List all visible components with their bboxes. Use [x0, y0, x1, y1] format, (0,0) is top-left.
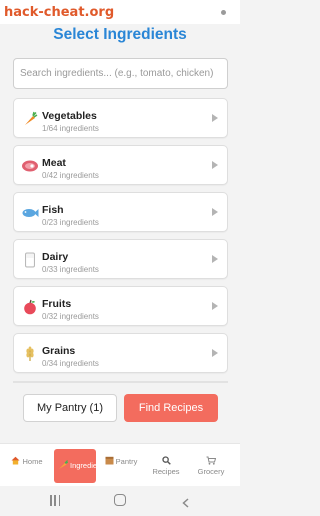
- category-count: 0/42 ingredients: [42, 171, 99, 180]
- category-name: Fish: [42, 204, 64, 216]
- recents-icon[interactable]: [50, 495, 60, 506]
- expand-arrow-icon: [212, 349, 218, 357]
- category-card-vegetables[interactable]: Vegetables 1/64 ingredients: [13, 98, 228, 138]
- back-icon[interactable]: [181, 495, 191, 508]
- category-card-meat[interactable]: Meat 0/42 ingredients: [13, 145, 228, 185]
- box-icon: [105, 456, 114, 467]
- watermark-text: hack-cheat.org: [4, 5, 115, 20]
- category-name: Vegetables: [42, 110, 97, 122]
- tab-pantry[interactable]: Pantry: [100, 453, 142, 469]
- milk-icon: [21, 251, 39, 269]
- category-card-fruits[interactable]: Fruits 0/32 ingredients: [13, 286, 228, 326]
- tab-label: Recipes: [152, 467, 180, 476]
- category-count: 0/23 ingredients: [42, 218, 99, 227]
- carrot-icon: [58, 460, 69, 472]
- category-count: 0/34 ingredients: [42, 359, 99, 368]
- expand-arrow-icon: [212, 161, 218, 169]
- tab-ingredients[interactable]: Ingredients: [54, 449, 108, 483]
- expand-arrow-icon: [212, 208, 218, 216]
- category-card-fish[interactable]: Fish 0/23 ingredients: [13, 192, 228, 232]
- tab-grocery[interactable]: Grocery: [190, 449, 232, 483]
- tab-label: Pantry: [115, 456, 138, 466]
- steak-icon: [21, 157, 39, 175]
- expand-arrow-icon: [212, 114, 218, 122]
- category-count: 0/32 ingredients: [42, 312, 99, 321]
- my-pantry-button[interactable]: My Pantry (1): [23, 394, 117, 422]
- expand-arrow-icon: [212, 255, 218, 263]
- category-count: 1/64 ingredients: [42, 124, 99, 133]
- magnifier-icon: [161, 456, 171, 467]
- fish-icon: [21, 204, 39, 222]
- system-nav-bar: [0, 486, 240, 516]
- wheat-icon: [21, 345, 39, 363]
- apple-icon: [21, 298, 39, 316]
- category-card-dairy[interactable]: Dairy 0/33 ingredients: [13, 239, 228, 279]
- status-bar: hack-cheat.org: [0, 0, 240, 24]
- search-input[interactable]: [13, 58, 228, 89]
- tab-label: Grocery: [197, 467, 225, 476]
- category-name: Dairy: [42, 251, 69, 263]
- home-button-icon[interactable]: [114, 494, 126, 506]
- home-icon: [11, 456, 20, 467]
- category-name: Meat: [42, 157, 66, 169]
- category-name: Grains: [42, 345, 76, 357]
- category-name: Fruits: [42, 298, 72, 310]
- find-recipes-button[interactable]: Find Recipes: [124, 394, 218, 422]
- tab-label: Home: [22, 456, 43, 466]
- category-card-grains[interactable]: Grains 0/34 ingredients: [13, 333, 228, 373]
- carrot-icon: [21, 110, 39, 128]
- tab-label: Ingredients: [70, 461, 108, 470]
- category-list: Vegetables 1/64 ingredients Meat 0/42 in…: [13, 96, 228, 384]
- tab-recipes[interactable]: Recipes: [146, 449, 186, 483]
- category-count: 0/33 ingredients: [42, 265, 99, 274]
- tab-home[interactable]: Home: [6, 453, 48, 469]
- status-dot-icon: [221, 10, 226, 15]
- bottom-tab-bar: Home Ingredients Pantry Recipes Grocery: [0, 443, 240, 486]
- expand-arrow-icon: [212, 302, 218, 310]
- page-title: Select Ingredients: [53, 26, 187, 43]
- cart-icon: [206, 456, 217, 467]
- list-divider: [13, 381, 228, 383]
